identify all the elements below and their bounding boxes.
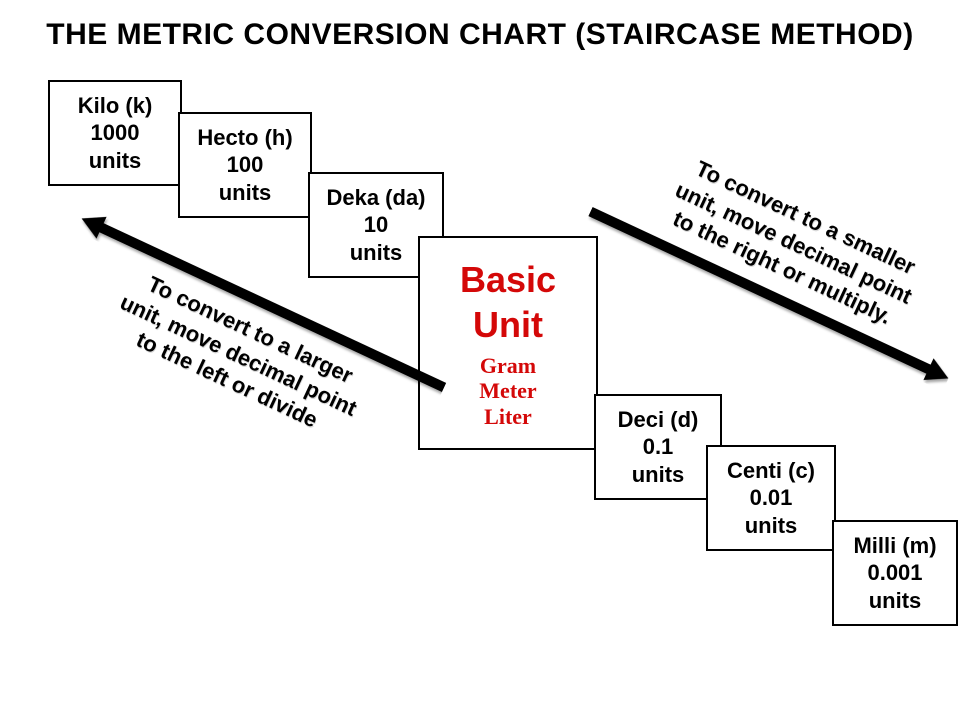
basic-unit-sub1: Gram xyxy=(479,353,536,378)
step-value: 100 xyxy=(227,151,264,179)
step-label: Deci (d) xyxy=(618,406,699,434)
step-milli: Milli (m) 0.001 units xyxy=(832,520,958,626)
step-label: Kilo (k) xyxy=(78,92,153,120)
diaigram-stage: THE METRIC CONVERSION CHART (STAIRCASE M… xyxy=(0,0,960,720)
step-label: Centi (c) xyxy=(727,457,815,485)
step-value: 0.001 xyxy=(867,559,922,587)
basic-unit-sub3: Liter xyxy=(479,404,536,429)
step-units: units xyxy=(219,179,272,207)
step-value: 0.1 xyxy=(643,433,674,461)
step-value: 1000 xyxy=(91,119,140,147)
step-basic-unit: Basic Unit Gram Meter Liter xyxy=(418,236,598,450)
basic-unit-line1: Basic xyxy=(460,257,556,302)
step-centi: Centi (c) 0.01 units xyxy=(706,445,836,551)
basic-unit-line2: Unit xyxy=(473,302,543,347)
arrow-smaller-group: To convert to a smaller unit, move decim… xyxy=(585,122,960,391)
step-value: 0.01 xyxy=(750,484,793,512)
step-value: 10 xyxy=(364,211,388,239)
step-units: units xyxy=(350,239,403,267)
step-kilo: Kilo (k) 1000 units xyxy=(48,80,182,186)
step-hecto: Hecto (h) 100 units xyxy=(178,112,312,218)
step-units: units xyxy=(869,587,922,615)
page-title: THE METRIC CONVERSION CHART (STAIRCASE M… xyxy=(0,18,960,52)
step-deci: Deci (d) 0.1 units xyxy=(594,394,722,500)
step-units: units xyxy=(89,147,142,175)
basic-unit-sub2: Meter xyxy=(479,378,536,403)
step-units: units xyxy=(745,512,798,540)
step-label: Hecto (h) xyxy=(197,124,292,152)
step-label: Milli (m) xyxy=(853,532,936,560)
step-label: Deka (da) xyxy=(326,184,425,212)
step-units: units xyxy=(632,461,685,489)
